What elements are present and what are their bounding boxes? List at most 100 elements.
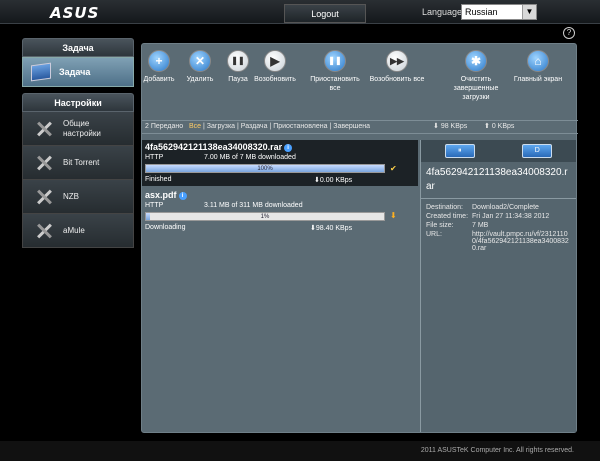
transfer-type: HTTP: [145, 154, 164, 161]
filter-all[interactable]: Все: [189, 123, 201, 130]
resume-button[interactable]: ▶ Возобновить: [245, 50, 305, 84]
filter-seed[interactable]: Раздача: [241, 123, 268, 130]
detail-row: URL: http://vault.pmpc.ru/vf/23121100/4fa…: [421, 230, 576, 253]
transfer-name-text: 4fa562942121138ea34008320.rar: [145, 142, 283, 152]
resume-all-button[interactable]: ▶▶ Возобновить все: [367, 50, 427, 84]
tab-peers[interactable]: D: [522, 144, 553, 158]
language-select[interactable]: Russian ▼: [461, 4, 537, 20]
progress-label: 100%: [257, 166, 273, 172]
arrow-up-icon: ⬆: [484, 123, 490, 130]
details-rows: Destination: Download2/Complete Created t…: [421, 199, 576, 253]
arrow-down-icon: ⬇: [433, 123, 439, 130]
filter-download[interactable]: Загрузка: [207, 123, 235, 130]
task-icon: [31, 62, 51, 82]
sidebar-item-label: Bit Torrent: [63, 158, 100, 167]
details-panel: ⏸ D 4fa562942121138ea34008320.rar Destin…: [420, 140, 576, 432]
filter-paused[interactable]: Приостановлена: [273, 123, 327, 130]
task-section-header: Задача: [22, 38, 134, 57]
progress-label: 1%: [260, 214, 270, 220]
transfer-count: 2 Передано: [145, 123, 184, 130]
detail-row: Created time: Fri Jan 27 11:34:38 2012: [421, 212, 576, 221]
toolbar: + Добавить ✕ Удалить ❚❚ Пауза ▶ Возобновить …: [142, 44, 578, 112]
transfer-name-text: asx.pdf: [145, 190, 177, 200]
check-icon: ✔: [390, 164, 397, 173]
download-speed-value: 98 KBps: [440, 123, 468, 130]
info-icon[interactable]: i: [284, 144, 293, 152]
footer: 2011 ASUSTeK Computer Inc. All rights re…: [0, 441, 600, 461]
detail-row: File size: 7 MB: [421, 221, 576, 230]
resume-all-label: Возобновить все: [369, 76, 425, 83]
transfer-size: 3.11 MB of 311 MB downloaded: [204, 202, 303, 209]
tools-icon: [35, 120, 53, 138]
detail-key: Destination:: [426, 204, 463, 211]
details-title: 4fa562942121138ea34008320.rar: [421, 162, 576, 199]
main-panel: + Добавить ✕ Удалить ❚❚ Пауза ▶ Возобновить …: [141, 43, 578, 433]
tools-icon: [35, 154, 53, 172]
sidebar-item-amule[interactable]: aMule: [22, 214, 134, 248]
detail-value: Fri Jan 27 11:34:38 2012: [472, 213, 550, 220]
chevron-down-icon[interactable]: ▼: [522, 5, 536, 19]
home-button[interactable]: ⌂ Главный экран: [508, 50, 568, 84]
sidebar-item-bittorrent[interactable]: Bit Torrent: [22, 146, 134, 180]
sidebar-item-task[interactable]: Задача: [22, 57, 134, 87]
transfer-status: Downloading: [145, 224, 186, 231]
play-icon: ▶: [264, 50, 286, 72]
asus-logo: ASUS: [50, 4, 100, 22]
transfer-speed: ⬇98.40 KBps: [310, 225, 353, 232]
language-value: Russian: [465, 7, 498, 17]
download-speed: ⬇ 98 KBps: [433, 121, 467, 133]
detail-value: 7 MB: [472, 222, 489, 229]
plus-icon: +: [148, 50, 170, 72]
fast-forward-icon: ▶▶: [386, 50, 408, 72]
sidebar-item-nzb[interactable]: NZB: [22, 180, 134, 214]
top-bar: ASUS Logout Language Russian ▼: [0, 0, 600, 24]
pause-icon: ❚❚: [324, 50, 346, 72]
home-icon: ⌂: [527, 50, 549, 72]
logout-button[interactable]: Logout: [284, 4, 366, 23]
transfer-name: 4fa562942121138ea34008320.rar i: [145, 142, 415, 152]
info-icon[interactable]: i: [178, 192, 187, 200]
detail-key: File size:: [426, 222, 454, 229]
home-label: Главный экран: [513, 76, 563, 83]
list-item[interactable]: asx.pdf i HTTP 3.11 MB of 311 MB download…: [142, 188, 418, 234]
progress-bar: 100%: [145, 164, 385, 173]
sidebar-item-general-settings[interactable]: Общие настройки: [22, 112, 134, 146]
transfer-list: 4fa562942121138ea34008320.rar i HTTP 7.00…: [142, 140, 418, 432]
tab-info[interactable]: ⏸: [444, 144, 475, 158]
pause-all-button[interactable]: ❚❚ Приостановить все: [305, 50, 365, 93]
detail-row: Destination: Download2/Complete: [421, 203, 576, 212]
transfer-speed-value: 98.40 KBps: [315, 225, 353, 232]
upload-speed-value: 0 KBps: [491, 123, 515, 130]
transfer-status: Finished: [145, 176, 172, 183]
upload-speed: ⬆ 0 KBps: [484, 121, 514, 133]
transfer-type: HTTP: [145, 202, 164, 209]
filter-finished[interactable]: Завершена: [333, 123, 370, 130]
tools-icon: [35, 222, 53, 240]
clear-completed-label: Очистить завершенные загрузки: [453, 76, 499, 101]
clear-icon: ✱: [465, 50, 487, 72]
list-item[interactable]: 4fa562942121138ea34008320.rar i HTTP 7.00…: [142, 140, 418, 186]
help-icon[interactable]: ?: [563, 27, 575, 39]
sidebar: Задача Задача Настройки Общие настройки …: [22, 38, 134, 250]
settings-section-header: Настройки: [22, 93, 134, 112]
transfer-speed-value: 0.00 KBps: [319, 177, 353, 184]
download-icon: ⬇: [390, 211, 397, 220]
transfer-name: asx.pdf i: [145, 190, 415, 200]
sidebar-item-label: NZB: [63, 192, 79, 201]
detail-value: Download2/Complete: [472, 204, 539, 211]
sidebar-item-label: Общие настройки: [63, 118, 101, 138]
detail-value[interactable]: http://vault.pmpc.ru/vf/23121100/4fa5629…: [472, 231, 571, 252]
sidebar-item-label: Задача: [59, 67, 91, 77]
transfer-speed: ⬇0.00 KBps: [314, 177, 353, 184]
sidebar-item-label: aMule: [63, 226, 85, 235]
filter-bar: 2 Передано Все | Загрузка | Раздача | Пр…: [142, 120, 578, 134]
detail-key: URL:: [426, 231, 442, 238]
detail-key: Created time:: [426, 213, 469, 220]
pause-all-label: Приостановить все: [310, 76, 360, 92]
resume-label: Возобновить: [254, 76, 296, 83]
progress-bar: 1%: [145, 212, 385, 221]
language-label: Language: [422, 7, 463, 17]
transfer-size: 7.00 MB of 7 MB downloaded: [204, 154, 296, 161]
clear-completed-button[interactable]: ✱ Очистить завершенные загрузки: [443, 50, 509, 102]
details-tabs: ⏸ D: [421, 140, 576, 162]
